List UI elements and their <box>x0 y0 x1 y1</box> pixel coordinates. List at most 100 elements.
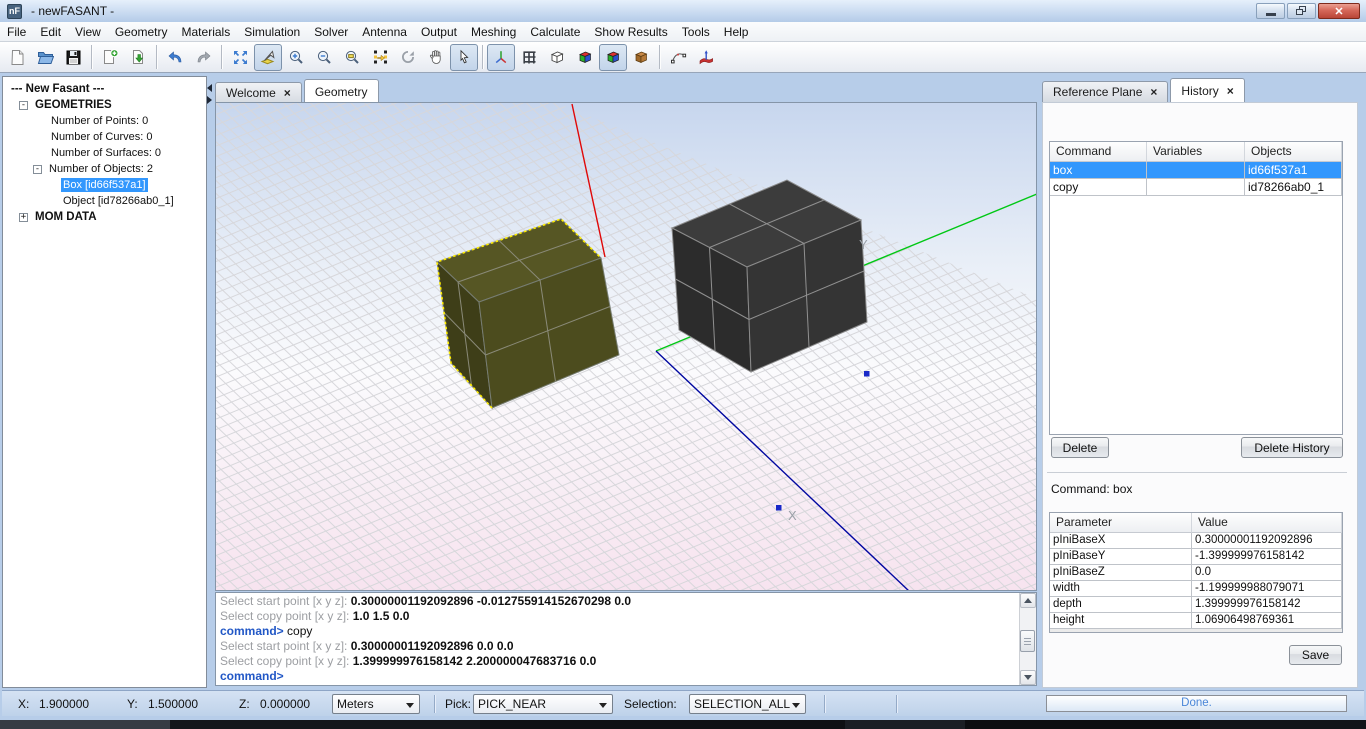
menu-item-edit[interactable]: Edit <box>33 22 68 42</box>
scroll-right-icon[interactable] <box>207 96 212 104</box>
document-tab-welcome[interactable]: Welcome× <box>215 82 302 103</box>
column-header-value[interactable]: Value <box>1192 513 1342 533</box>
save-button[interactable]: Save <box>1289 645 1342 665</box>
x-axis-label: X <box>788 508 797 523</box>
tree-item-number-of-objects-2[interactable]: -Number of Objects: 2 <box>3 161 206 177</box>
y-axis-label: Y <box>859 237 868 252</box>
viewport-canvas[interactable]: XY <box>215 102 1037 591</box>
console-echo-line: Select start point [x y z]: 0.3000000119… <box>220 639 1015 654</box>
rotate-view-button[interactable] <box>394 44 422 71</box>
zoom-fit-button[interactable] <box>226 44 254 71</box>
open-file-icon <box>37 49 54 66</box>
zoom-out-button[interactable] <box>310 44 338 71</box>
menu-item-tools[interactable]: Tools <box>675 22 717 42</box>
console-output[interactable]: Select start point [x y z]: 0.3000000119… <box>216 593 1019 685</box>
curve-tool-icon <box>670 49 687 66</box>
restore-button[interactable] <box>1287 3 1316 19</box>
arrow-down-icon <box>1024 675 1032 680</box>
tree-item-geometries[interactable]: -GEOMETRIES <box>3 97 206 113</box>
scrollbar-thumb[interactable] <box>1020 630 1035 652</box>
units-combobox[interactable]: Meters <box>332 694 420 714</box>
title-bar[interactable]: nF - newFASANT - ✕ <box>0 0 1366 22</box>
selection-combobox[interactable]: SELECTION_ALL <box>689 694 806 714</box>
tree-item-new-fasant[interactable]: --- New Fasant --- <box>3 81 206 97</box>
select-tool-button[interactable] <box>450 44 478 71</box>
tab-scroll-arrows[interactable] <box>207 84 215 110</box>
column-header-objects[interactable]: Objects <box>1245 142 1342 162</box>
close-tab-icon[interactable]: × <box>1150 87 1157 97</box>
delete-button[interactable]: Delete <box>1051 437 1109 458</box>
pick-combobox[interactable]: PICK_NEAR <box>473 694 613 714</box>
curve-tool-button[interactable] <box>664 44 692 71</box>
new-file-button[interactable] <box>3 44 31 71</box>
table-row[interactable]: width-1.199999988079071 <box>1050 581 1342 597</box>
tree-item-object-id78266ab0-1[interactable]: Object [id78266ab0_1] <box>3 193 206 209</box>
column-header-variables[interactable]: Variables <box>1147 142 1245 162</box>
panel-tab-history[interactable]: History× <box>1170 78 1244 102</box>
menu-item-meshing[interactable]: Meshing <box>464 22 523 42</box>
close-tab-icon[interactable]: × <box>1227 86 1234 96</box>
collapse-icon[interactable]: - <box>19 101 28 110</box>
minimize-button[interactable] <box>1256 3 1285 19</box>
scroll-left-icon[interactable] <box>207 84 212 92</box>
menu-item-file[interactable]: File <box>0 22 33 42</box>
redo-button[interactable] <box>189 44 217 71</box>
menu-item-antenna[interactable]: Antenna <box>355 22 414 42</box>
table-row[interactable]: pIniBaseZ0.0 <box>1050 565 1342 581</box>
delete-history-button[interactable]: Delete History <box>1241 437 1343 458</box>
menu-item-geometry[interactable]: Geometry <box>108 22 175 42</box>
grid-view-button[interactable] <box>515 44 543 71</box>
save-file-button[interactable] <box>59 44 87 71</box>
history-table[interactable]: CommandVariablesObjectsbox id66f537a1cop… <box>1049 141 1343 435</box>
scrollbar-up-button[interactable] <box>1020 593 1036 608</box>
menu-item-show-results[interactable]: Show Results <box>587 22 674 42</box>
flat-color-view-button[interactable] <box>571 44 599 71</box>
zoom-in-button[interactable] <box>282 44 310 71</box>
mesh-view-button[interactable] <box>366 44 394 71</box>
zoom-window-button[interactable] <box>338 44 366 71</box>
column-header-command[interactable]: Command <box>1050 142 1147 162</box>
column-header-parameter[interactable]: Parameter <box>1050 513 1192 533</box>
tree-item-number-of-surfaces-0[interactable]: Number of Surfaces: 0 <box>3 145 206 161</box>
console-command-line: command> copy <box>220 624 1015 639</box>
table-row[interactable]: copy id78266ab0_1 <box>1050 179 1342 196</box>
import-file-button[interactable] <box>124 44 152 71</box>
menu-item-materials[interactable]: Materials <box>175 22 238 42</box>
menu-item-calculate[interactable]: Calculate <box>523 22 587 42</box>
table-row[interactable]: pIniBaseY-1.399999976158142 <box>1050 549 1342 565</box>
tree-item-box-id66f537a1[interactable]: Box [id66f537a1] <box>3 177 206 193</box>
close-button[interactable]: ✕ <box>1318 3 1360 19</box>
close-tab-icon[interactable]: × <box>284 88 291 98</box>
console-scrollbar[interactable] <box>1019 593 1036 685</box>
menu-item-help[interactable]: Help <box>717 22 756 42</box>
parameter-table[interactable]: ParameterValuepIniBaseX0.300000011920928… <box>1049 512 1343 633</box>
scrollbar-track[interactable] <box>1020 608 1036 670</box>
open-file-button[interactable] <box>31 44 59 71</box>
shaded-view-button[interactable] <box>599 44 627 71</box>
pan-view-button[interactable] <box>422 44 450 71</box>
undo-button[interactable] <box>161 44 189 71</box>
expand-icon[interactable]: + <box>19 213 28 222</box>
table-row[interactable]: pIniBaseX0.30000001192092896 <box>1050 533 1342 549</box>
scrollbar-down-button[interactable] <box>1020 670 1036 685</box>
table-row[interactable]: height1.06906498769361 <box>1050 613 1342 629</box>
wireframe-view-button[interactable] <box>543 44 571 71</box>
table-row[interactable]: depth1.399999976158142 <box>1050 597 1342 613</box>
tree-item-number-of-points-0[interactable]: Number of Points: 0 <box>3 113 206 129</box>
tree-item-number-of-curves-0[interactable]: Number of Curves: 0 <box>3 129 206 145</box>
menu-item-solver[interactable]: Solver <box>307 22 355 42</box>
dynamic-zoom-button[interactable] <box>254 44 282 71</box>
table-row[interactable]: box id66f537a1 <box>1050 162 1342 179</box>
panel-tab-reference-plane[interactable]: Reference Plane× <box>1042 81 1168 102</box>
document-tab-geometry[interactable]: Geometry <box>304 79 379 103</box>
add-file-button[interactable] <box>96 44 124 71</box>
surface-normal-tool-button[interactable] <box>692 44 720 71</box>
tree-item-mom-data[interactable]: +MOM DATA <box>3 209 206 225</box>
tree-item-label: Number of Points: 0 <box>49 114 150 128</box>
collapse-icon[interactable]: - <box>33 165 42 174</box>
axes-view-button[interactable] <box>487 44 515 71</box>
menu-item-view[interactable]: View <box>68 22 108 42</box>
menu-item-simulation[interactable]: Simulation <box>237 22 307 42</box>
textured-view-button[interactable] <box>627 44 655 71</box>
menu-item-output[interactable]: Output <box>414 22 464 42</box>
